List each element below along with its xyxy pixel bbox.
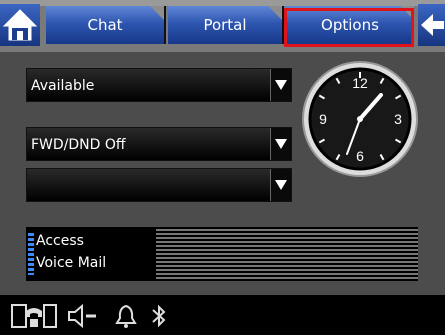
bluetooth-icon[interactable] <box>150 303 168 329</box>
tab-corner <box>268 6 282 20</box>
voicemail-panel <box>156 227 418 281</box>
tab-portal[interactable]: Portal <box>168 6 284 44</box>
tab-options-label: Options <box>321 16 379 34</box>
tab-chat[interactable]: Chat <box>46 6 166 44</box>
tab-corner <box>150 6 164 20</box>
voicemail-line1: Access <box>36 233 84 249</box>
back-button[interactable] <box>418 4 445 46</box>
presence-dropdown-value: Available <box>31 78 95 94</box>
tab-portal-label: Portal <box>203 16 247 34</box>
options-screen: Chat Portal Options Available FWD/DND Of… <box>0 0 445 335</box>
fwd-dnd-dropdown[interactable]: FWD/DND Off <box>26 127 292 161</box>
home-icon <box>2 9 38 41</box>
phone-icon[interactable] <box>10 303 58 329</box>
dropdown-arrow-icon[interactable] <box>270 69 291 101</box>
tab-chat-label: Chat <box>87 16 123 34</box>
tab-bar: Chat Portal Options <box>0 0 445 52</box>
voicemail-button[interactable]: Access Voice Mail <box>26 227 156 281</box>
back-arrow-icon <box>421 14 444 36</box>
status-bar <box>0 295 445 335</box>
voicemail-line2: Voice Mail <box>36 255 107 271</box>
voicemail-indicator-icon <box>28 233 34 275</box>
dropdown-arrow-icon[interactable] <box>270 128 291 160</box>
speaker-icon[interactable] <box>66 303 100 329</box>
clock-numeral-12: 12 <box>352 75 368 91</box>
dropdown-arrow-icon[interactable] <box>270 169 291 201</box>
bell-icon[interactable] <box>115 303 137 329</box>
clock-numeral-6: 6 <box>356 148 364 164</box>
voicemail-access[interactable]: Access Voice Mail <box>26 227 418 281</box>
home-button[interactable] <box>0 4 40 46</box>
empty-dropdown[interactable] <box>26 168 292 202</box>
presence-dropdown[interactable]: Available <box>26 68 292 102</box>
clock-numeral-9: 9 <box>319 111 327 127</box>
clock-numeral-3: 3 <box>394 111 402 127</box>
analog-clock: 12 3 6 9 <box>302 61 418 177</box>
fwd-dnd-dropdown-value: FWD/DND Off <box>31 137 126 153</box>
